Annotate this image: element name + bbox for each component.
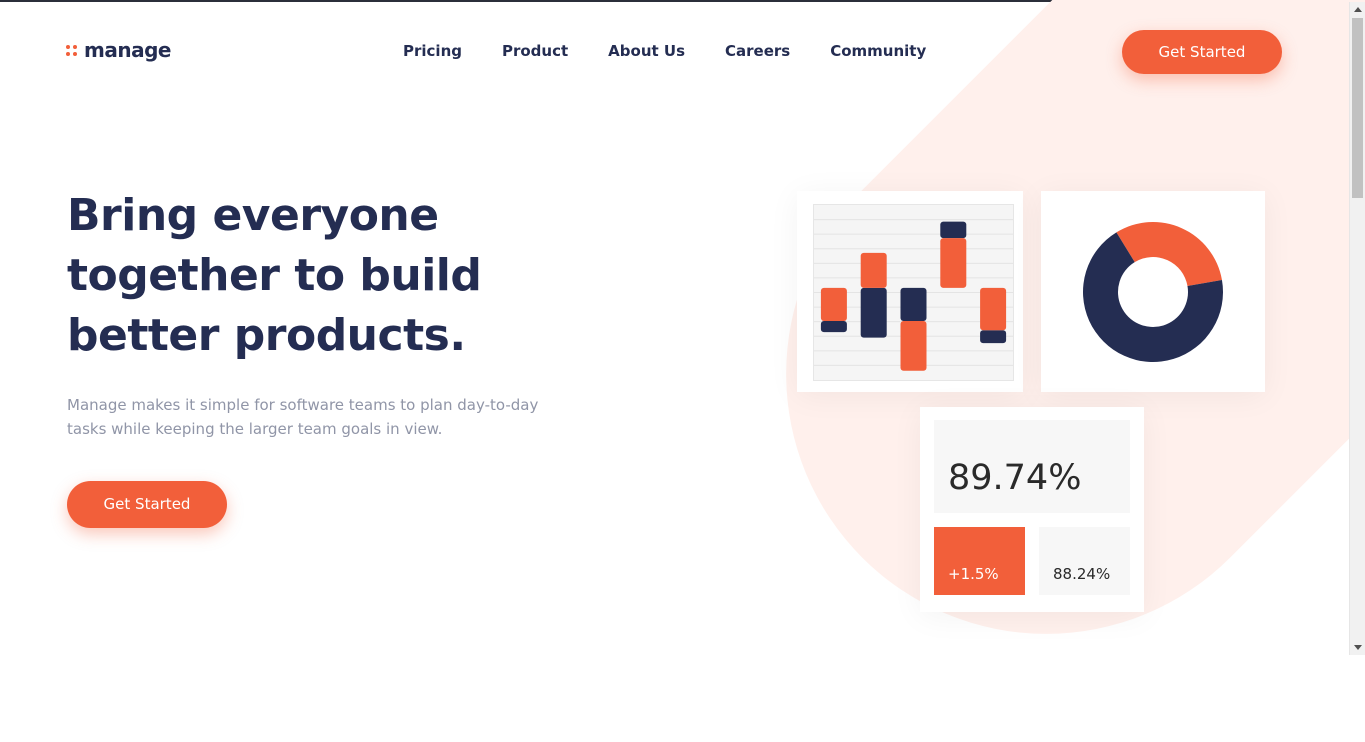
stat-main-value: 89.74%	[948, 458, 1082, 498]
vertical-scrollbar[interactable]	[1349, 2, 1365, 655]
scroll-down-arrow-icon[interactable]	[1354, 645, 1362, 650]
bar-chart-card	[797, 191, 1023, 392]
scroll-thumb[interactable]	[1352, 18, 1363, 198]
bar-segment	[860, 287, 887, 338]
hero-title: Bring everyone together to build better …	[67, 190, 482, 361]
donut-chart-svg	[1083, 222, 1223, 362]
scroll-up-arrow-icon[interactable]	[1354, 7, 1362, 12]
stat-secondary-tile: 88.24%	[1039, 527, 1130, 595]
bar-segment	[980, 287, 1007, 331]
bar-segment	[900, 287, 927, 322]
nav-item-careers[interactable]: Careers	[705, 40, 810, 62]
hero-subtitle: Manage makes it simple for software team…	[67, 396, 539, 438]
stat-change-tile: +1.5%	[934, 527, 1025, 595]
logo-dots-icon	[66, 44, 77, 56]
header-get-started-button[interactable]: Get Started	[1122, 30, 1282, 74]
nav-item-pricing[interactable]: Pricing	[383, 40, 482, 62]
nav-item-product[interactable]: Product	[482, 40, 588, 62]
donut-slice	[1116, 222, 1222, 286]
hero-get-started-button[interactable]: Get Started	[67, 481, 227, 528]
main-nav: Pricing Product About Us Careers Communi…	[383, 40, 946, 62]
donut-chart-card	[1041, 191, 1265, 392]
stat-change-value: +1.5%	[948, 565, 999, 583]
bar-segment	[940, 238, 967, 288]
bar-segment	[820, 287, 847, 322]
bar-segment	[900, 321, 927, 371]
bar-chart-svg	[814, 219, 1013, 371]
stats-card: 89.74% +1.5% 88.24%	[920, 407, 1144, 612]
bar-chart	[813, 204, 1014, 381]
stat-main-tile: 89.74%	[934, 420, 1130, 513]
stat-secondary-value: 88.24%	[1053, 565, 1111, 583]
logo-text: manage	[84, 38, 171, 62]
logo[interactable]: manage	[66, 38, 171, 62]
bar-segment	[940, 221, 967, 239]
bar-segment	[820, 321, 847, 333]
nav-item-about-us[interactable]: About Us	[588, 40, 705, 62]
bar-segment	[980, 330, 1007, 344]
bar-segment	[860, 252, 887, 288]
nav-item-community[interactable]: Community	[810, 40, 946, 62]
